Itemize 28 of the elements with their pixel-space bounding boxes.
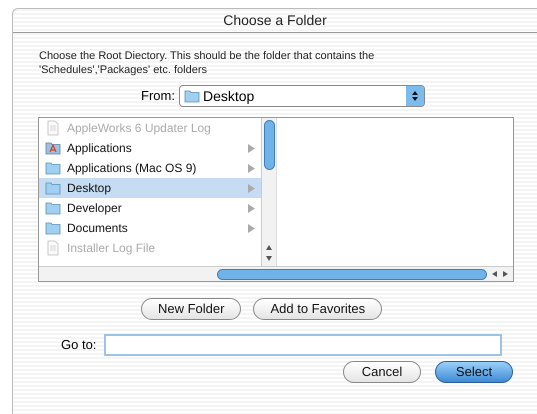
document-icon bbox=[45, 240, 61, 256]
file-list-item[interactable]: Developer bbox=[39, 198, 261, 218]
folder-icon bbox=[184, 88, 200, 104]
folder-icon bbox=[45, 220, 61, 236]
dialog-button[interactable]: Select bbox=[435, 361, 513, 383]
window-title: Choose a Folder bbox=[13, 9, 537, 33]
document-icon bbox=[45, 120, 61, 136]
horizontal-scroll-thumb[interactable] bbox=[217, 268, 487, 280]
from-label: From: bbox=[141, 87, 175, 106]
folder-icon bbox=[45, 160, 61, 176]
location-popup[interactable]: Desktop bbox=[178, 85, 425, 107]
vertical-scrollbar[interactable] bbox=[261, 118, 276, 266]
file-list-item[interactable]: Applications (Mac OS 9) bbox=[39, 158, 261, 178]
dialog-button[interactable]: Cancel bbox=[343, 361, 421, 383]
horizontal-scrollbar[interactable] bbox=[39, 266, 513, 281]
popup-arrows-icon bbox=[406, 86, 424, 106]
dialog-button[interactable]: Add to Favorites bbox=[253, 298, 382, 320]
file-list-item[interactable]: Desktop bbox=[39, 178, 261, 198]
file-list-item[interactable]: Applications bbox=[39, 138, 261, 158]
folder-icon bbox=[45, 200, 61, 216]
go-to-label: Go to: bbox=[61, 336, 96, 354]
file-list-item[interactable]: Documents bbox=[39, 218, 261, 238]
instruction-text: Choose the Root Diectory. This should be the folder that contains the 'Schedules','Packages' etc. folders bbox=[39, 49, 376, 77]
dialog-button[interactable]: New Folder bbox=[141, 298, 242, 320]
scroll-thumb[interactable] bbox=[264, 120, 274, 170]
folder-icon bbox=[45, 180, 61, 196]
applications-folder-icon bbox=[45, 140, 61, 156]
go-to-field[interactable] bbox=[104, 334, 502, 356]
